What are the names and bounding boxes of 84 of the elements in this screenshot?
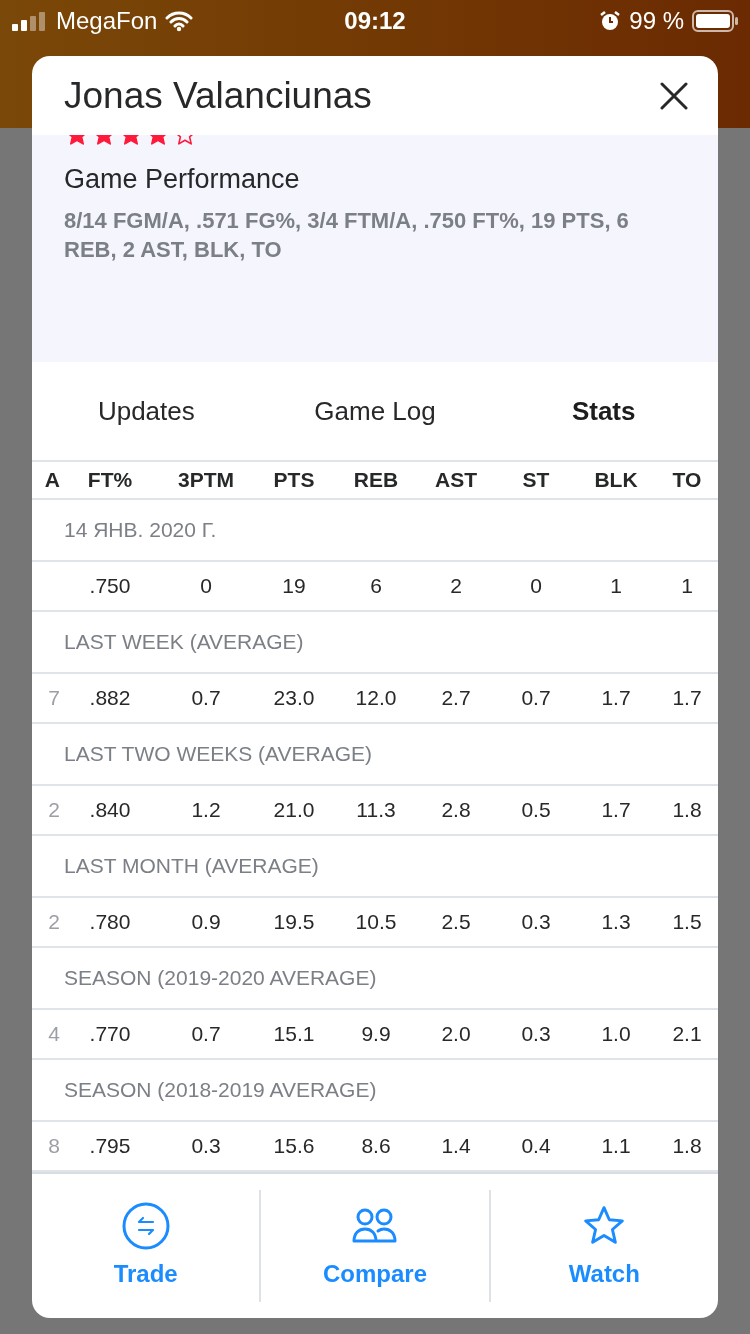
table-cell-text: 8.6 (360, 1133, 392, 1160)
table-cell-text: 19 (281, 573, 307, 600)
table-cell-text: 12.0 (354, 685, 398, 712)
table-cell-text: 1.5 (671, 909, 703, 936)
table-cell-text: 1.0 (600, 1021, 632, 1048)
tab[interactable]: Updates (32, 391, 261, 431)
table-cell-text: 1.7 (671, 685, 703, 712)
table-cell-text: 1.2 (190, 797, 222, 824)
table-cell-text: .770 (88, 1021, 132, 1048)
column-header: AST (434, 467, 478, 494)
table-cell-text: 21.0 (272, 797, 316, 824)
table-cell-text: .840 (88, 797, 132, 824)
wifi-icon (165, 10, 194, 32)
section-label: LAST WEEK (AVERAGE) (64, 629, 304, 656)
table-cell-text: 1.4 (440, 1133, 472, 1160)
table-cell-text: 2.0 (440, 1021, 472, 1048)
column-header: ST (521, 467, 551, 494)
table-cell-text: 2 (47, 797, 60, 824)
table-cell-text: 0.4 (520, 1133, 552, 1160)
column-header: FT% (86, 467, 134, 494)
carrier-name: MegaFon (56, 6, 158, 36)
table-cell-text: 0.9 (190, 909, 222, 936)
player-name: Jonas Valanciunas (64, 73, 372, 118)
table-cell-text: 0.7 (520, 685, 552, 712)
performance-title: Game Performance (64, 163, 301, 196)
status-time: 09:12 (344, 6, 406, 36)
section-label: LAST MONTH (AVERAGE) (64, 853, 319, 880)
table-cell-text: .750 (88, 573, 132, 600)
tab[interactable]: Game Log (260, 391, 490, 431)
people-icon (352, 1207, 398, 1245)
table-cell-text: .882 (88, 685, 132, 712)
table-cell-text: 15.6 (272, 1133, 316, 1160)
table-cell-text: 10.5 (354, 909, 398, 936)
table-cell-text: 2.5 (440, 909, 472, 936)
table-cell-text: 6 (369, 573, 383, 600)
column-header: 3PTM (177, 467, 235, 494)
battery-percent: 99 % (629, 6, 684, 36)
section-label: LAST TWO WEEKS (AVERAGE) (64, 741, 373, 768)
table-cell-text: 1.7 (600, 685, 632, 712)
section-label: SEASON (2019-2020 AVERAGE) (64, 965, 377, 992)
column-header: REB (352, 467, 400, 494)
table-cell-text: 2 (47, 909, 60, 936)
tab[interactable]: Stats (489, 391, 718, 431)
table-cell-text: 1.1 (600, 1133, 632, 1160)
section-label: 14 ЯНВ. 2020 Г. (64, 517, 217, 544)
column-header: BLK (593, 467, 639, 494)
performance-text: 8/14 FGM/A, .571 FG%, 3/4 FTM/A, .750 FT%, 19 PTS, 6 REB, 2 AST, BLK, TO (64, 206, 630, 264)
table-cell-text: 0 (199, 573, 213, 600)
table-cell-text: 23.0 (272, 685, 316, 712)
close-icon (660, 81, 688, 110)
table-cell-text: 0.5 (520, 797, 552, 824)
table-cell-text: 1 (609, 573, 623, 600)
table-cell-text: 15.1 (272, 1021, 316, 1048)
table-cell-text: 0.3 (520, 909, 552, 936)
section-label: SEASON (2018-2019 AVERAGE) (64, 1077, 377, 1104)
table-cell-text: 0.3 (520, 1021, 552, 1048)
table-cell-text: 1.7 (600, 797, 632, 824)
table-cell-text: 7 (47, 685, 60, 712)
table-cell-text: 1.8 (671, 1133, 703, 1160)
table-cell-text: 1.8 (671, 797, 703, 824)
table-cell-text: 8 (47, 1133, 60, 1160)
column-header: TO (671, 467, 703, 494)
table-cell-text: 9.9 (360, 1021, 392, 1048)
column-header: PTS (272, 467, 316, 494)
table-cell-text: 4 (47, 1021, 60, 1048)
table-cell-text: 1 (680, 573, 694, 600)
table-cell-text: 0 (529, 573, 543, 600)
alarm-icon (599, 10, 622, 32)
table-cell-text: 0.7 (190, 1021, 222, 1048)
table-cell-text: 2 (449, 573, 463, 600)
table-cell-text: 11.3 (355, 797, 397, 824)
table-cell-text: 0.7 (190, 685, 222, 712)
table-cell-text: 0.3 (190, 1133, 222, 1160)
table-cell-text: 2.7 (440, 685, 472, 712)
column-header: A (43, 467, 60, 494)
table-cell-text: 2.1 (671, 1021, 703, 1048)
battery-icon (692, 10, 738, 32)
table-cell-text: 1.3 (600, 909, 632, 936)
table-cell-text: 19.5 (272, 909, 316, 936)
table-cell-text: .795 (88, 1133, 132, 1160)
swap-arrows-icon (120, 1201, 171, 1251)
table-cell-text: .780 (88, 909, 132, 936)
table-cell-text: 2.8 (440, 797, 472, 824)
signal-icon (12, 11, 48, 31)
